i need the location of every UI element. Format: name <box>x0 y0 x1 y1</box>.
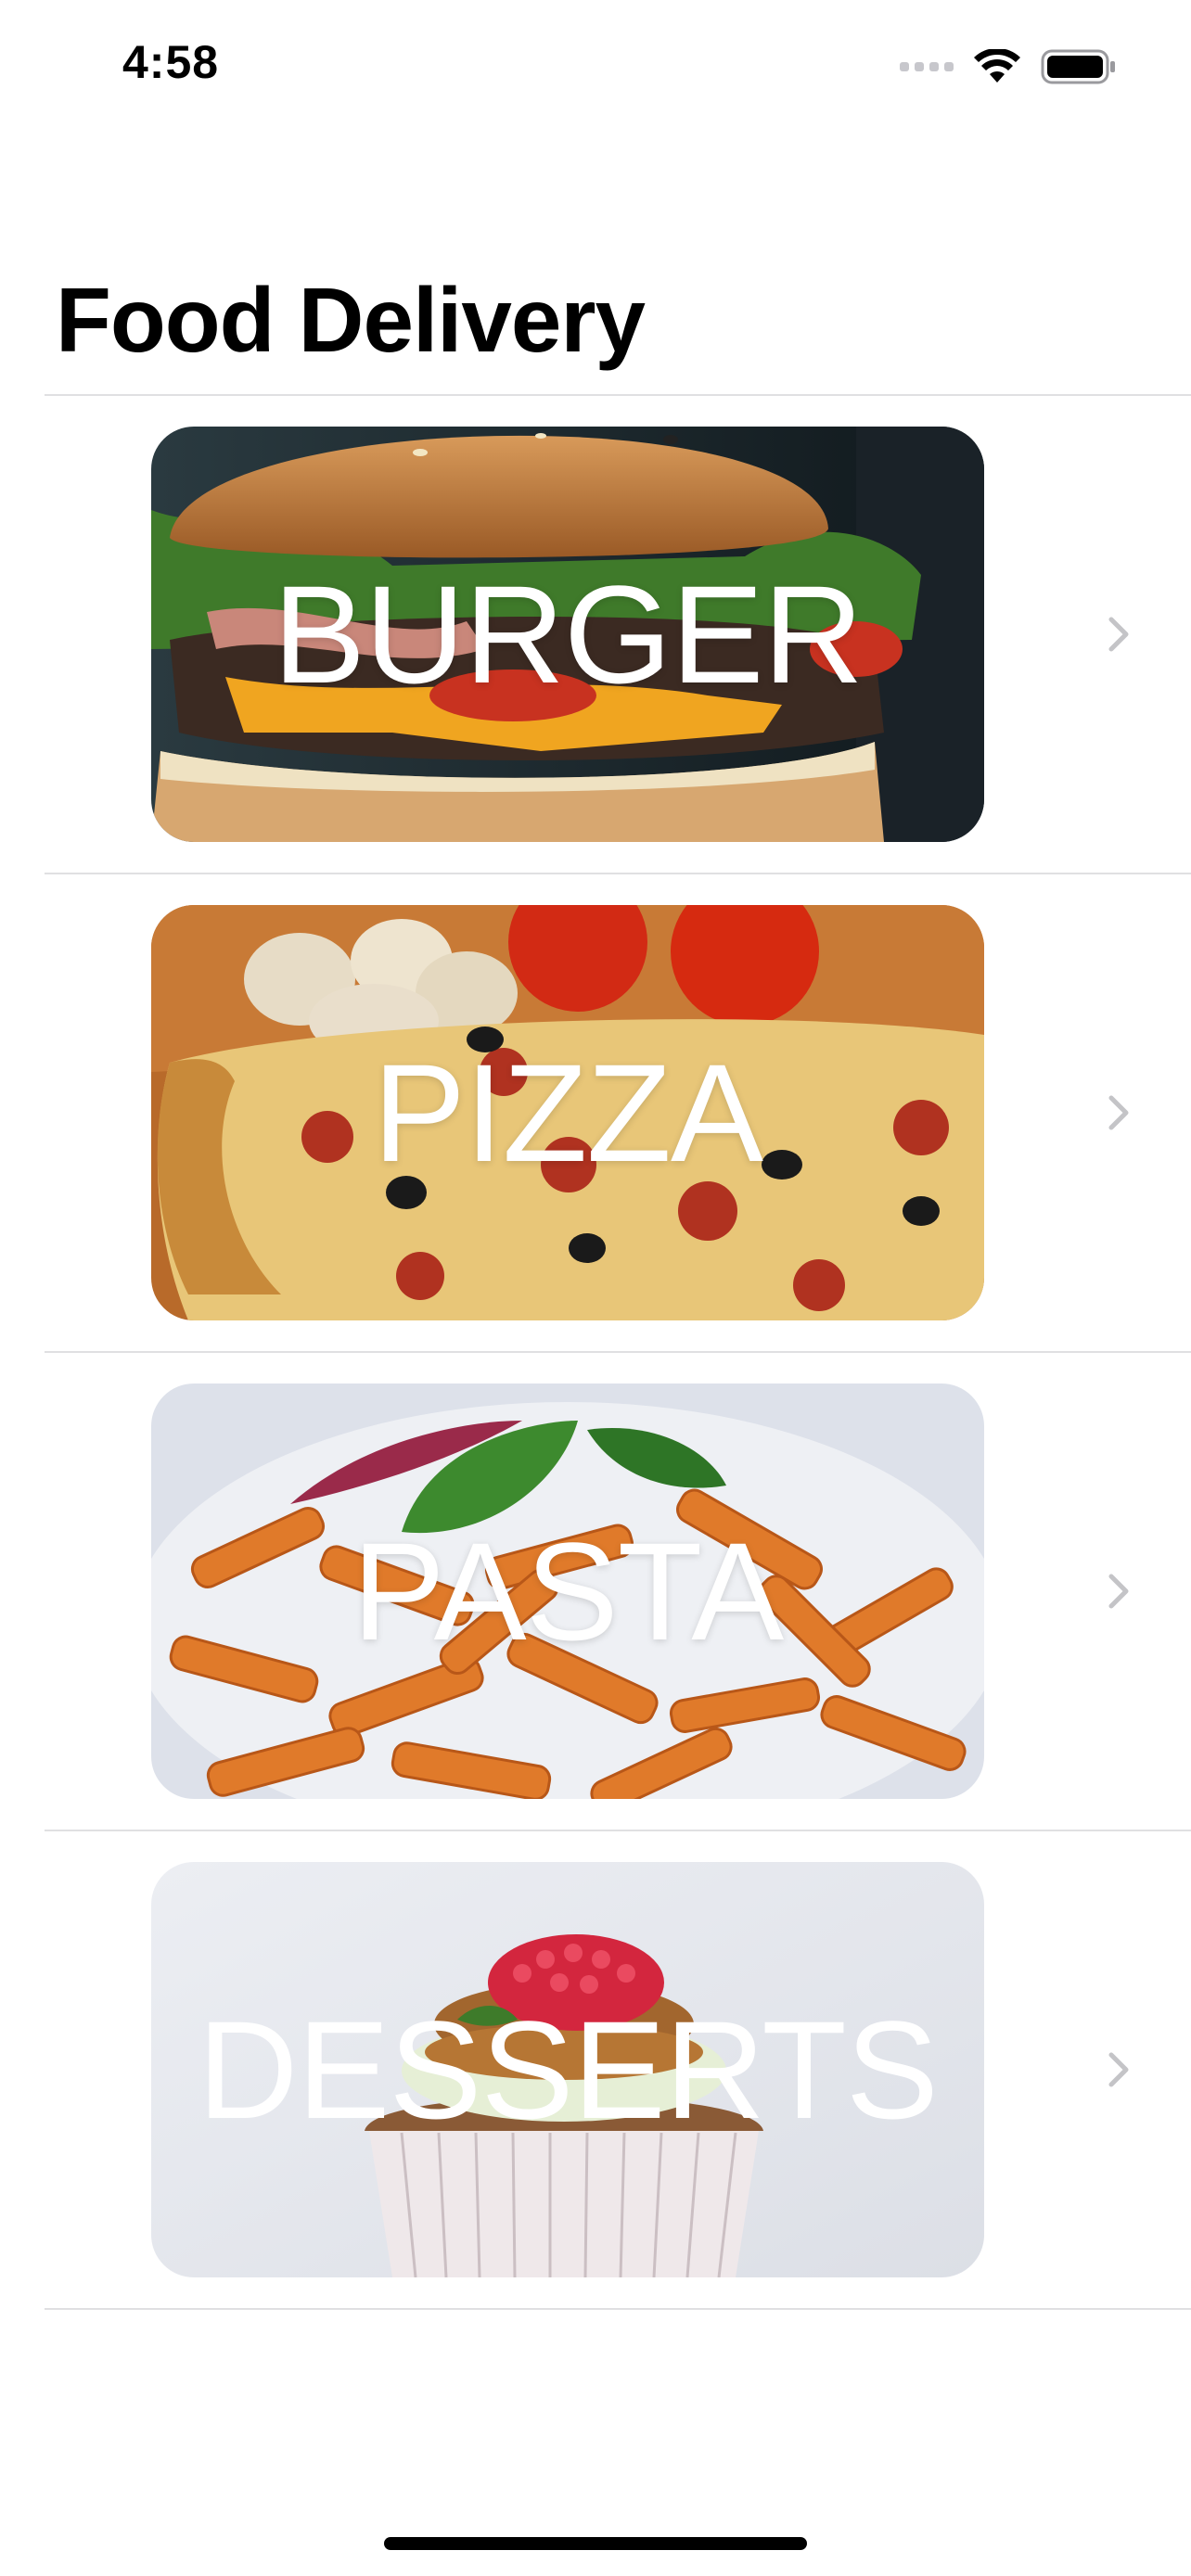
category-label: DESSERTS <box>198 1991 939 2148</box>
status-bar: 4:58 <box>0 0 1191 130</box>
status-time: 4:58 <box>122 36 220 88</box>
cellular-signal-icon <box>900 62 954 71</box>
category-row-pasta[interactable]: PASTA <box>45 1353 1191 1831</box>
category-label: PIZZA <box>372 1034 763 1191</box>
battery-icon <box>1041 49 1115 84</box>
category-label: PASTA <box>352 1512 785 1669</box>
chevron-right-icon <box>1108 617 1129 652</box>
chevron-right-icon <box>1108 2052 1129 2087</box>
category-row-pizza[interactable]: PIZZA <box>45 874 1191 1353</box>
category-row-burger[interactable]: BURGER <box>45 396 1191 874</box>
chevron-right-icon <box>1108 1095 1129 1130</box>
page-title: Food Delivery <box>56 269 646 371</box>
desserts-card[interactable]: DESSERTS <box>151 1862 984 2277</box>
chevron-right-icon <box>1108 1574 1129 1609</box>
pasta-card[interactable]: PASTA <box>151 1384 984 1799</box>
category-row-desserts[interactable]: DESSERTS <box>45 1831 1191 2310</box>
home-indicator[interactable] <box>384 2537 807 2550</box>
category-label: BURGER <box>273 555 864 712</box>
status-icons <box>900 46 1117 87</box>
pizza-card[interactable]: PIZZA <box>151 905 984 1320</box>
category-list: BURGER PIZZA PASTA DESSERTS <box>45 396 1191 2310</box>
wifi-icon <box>974 49 1020 83</box>
burger-card[interactable]: BURGER <box>151 427 984 842</box>
